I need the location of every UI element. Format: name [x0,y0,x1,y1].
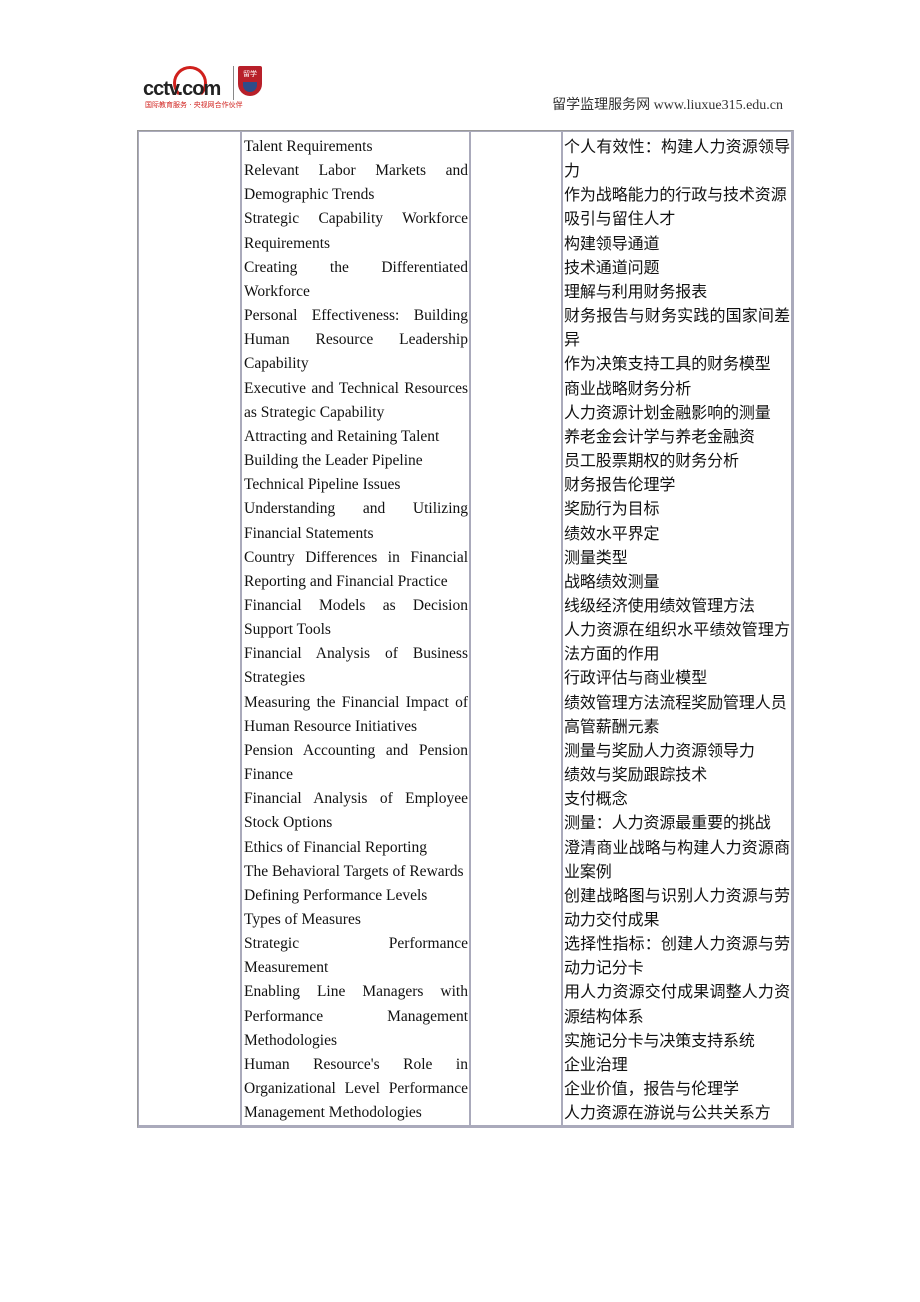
list-item: Types of Measures [244,911,361,928]
list-item: Attracting and Retaining Talent [244,427,440,445]
list-item: 战略绩效测量 [564,571,660,591]
list-item: 绩效水平界定 [564,523,660,543]
list-item: Financial Models as Decision Support Too… [244,596,468,639]
table-row: Talent Requirements Relevant Labor Market… [138,131,792,1127]
list-item: Country Differences in Financial Reporti… [244,548,468,590]
list-item: Strategic Performance Measurement [244,935,468,977]
list-item: 支付概念 [564,789,628,809]
list-item: 商业战略财务分析 [564,378,692,398]
list-item: Financial Analysis of Employee Stock Opt… [244,790,468,832]
list-item: 人力资源计划金融影响的测量 [564,402,771,422]
list-item: Technical Pipeline Issues [244,476,401,494]
list-item: Talent Requirements [244,138,373,155]
list-item: 选择性指标：创建人力资源与劳动力记分卡 [564,934,790,978]
list-item: Enabling Line Managers with Performance … [244,983,468,1049]
list-item: Financial Analysis of Business Strategie… [244,645,468,687]
list-item: Creating the Differentiated Workforce [244,258,468,300]
list-item: 理解与利用财务报表 [564,281,708,301]
logo-text: cctv.com [143,78,221,100]
chinese-cell: 个人有效性：构建人力资源领导力作为战略能力的行政与技术资源 吸引与留住人才 构建领导… [562,131,792,1127]
list-item: Executive and Technical Resources as Str… [244,379,468,421]
empty-cell [138,131,241,1127]
list-item: 作为战略能力的行政与技术资源 [564,185,787,205]
list-item: Strategic Capability Workforce Requireme… [244,210,468,252]
english-cell: Talent Requirements Relevant Labor Market… [241,131,470,1127]
list-item: Understanding and Utilizing Financial St… [244,500,468,542]
list-item: 养老金会计学与养老金融资 [564,426,755,446]
list-item: Building the Leader Pipeline [244,452,423,470]
list-item: 作为决策支持工具的财务模型 [564,354,771,374]
list-item: 高管薪酬元素 [564,716,660,736]
course-table: Talent Requirements Relevant Labor Market… [137,130,794,1129]
list-item: 个人有效性：构建人力资源领导力 [564,137,790,181]
shield-badge-icon: 留学 [238,66,262,96]
list-item: 用人力资源交付成果调整人力资源结构体系 [564,982,790,1026]
list-item: 吸引与留住人才 [564,209,676,229]
list-item: Pension Accounting and Pension Finance [244,741,468,784]
list-item: Ethics of Financial Reporting [244,838,427,856]
list-item: Personal Effectiveness: Building Human R… [244,307,468,373]
list-item: 测量类型 [564,547,628,567]
list-item: Human Resource's Role in Organizational … [244,1055,468,1122]
list-item: 澄清商业战略与构建人力资源商业案例 [564,837,790,881]
list-item: 实施记分卡与决策支持系统 [564,1030,755,1050]
list-item: 企业治理 [564,1054,628,1074]
list-item: 技术通道问题 [564,257,660,277]
list-item: 人力资源在组织水平绩效管理方法方面的作用 [564,620,790,664]
list-item: 创建战略图与识别人力资源与劳动力交付成果 [564,885,790,929]
list-item: 绩效与奖励跟踪技术 [564,765,708,785]
list-item: The Behavioral Targets of Rewards [244,862,464,880]
empty-cell [470,131,562,1127]
list-item: 构建领导通道 [564,233,660,253]
list-item: 员工股票期权的财务分析 [564,451,739,471]
list-item: 行政评估与商业模型 [564,668,708,688]
list-item: 财务报告与财务实践的国家间差异 [564,306,790,350]
list-item: 财务报告伦理学 [564,475,676,495]
logo-subtitle: 国际教育服务 · 央视网合作伙伴 [145,101,243,109]
list-item: 测量与奖励人力资源领导力 [564,740,755,760]
list-item: Measuring the Financial Impact of Human … [244,693,468,735]
logo-divider [233,66,234,100]
list-item: 企业价值，报告与伦理学 [564,1079,739,1099]
list-item: 线级经济使用绩效管理方法 [564,595,755,615]
list-item: Relevant Labor Markets and Demographic T… [244,162,468,204]
list-item: 人力资源在游说与公共关系方 [564,1103,771,1123]
list-item: Defining Performance Levels [244,886,428,904]
list-item: 测量：人力资源最重要的挑战 [564,813,771,833]
list-item: 奖励行为目标 [564,499,660,519]
site-label: 留学监理服务网 www.liuxue315.edu.cn [552,98,783,113]
list-item: 绩效管理方法流程奖励管理人员 [564,692,787,712]
